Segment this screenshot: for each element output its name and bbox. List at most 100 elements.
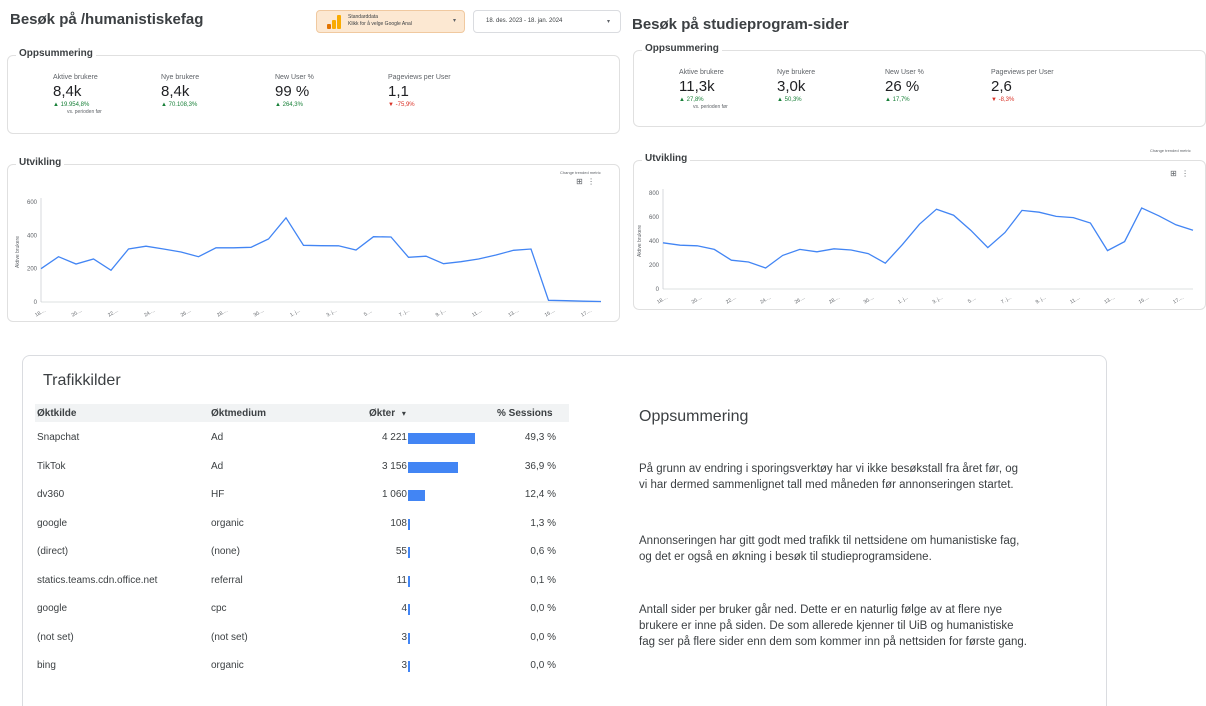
data-point[interactable] — [162, 248, 165, 251]
cell-pct-sessions: 0,6 % — [530, 546, 556, 557]
sessions-bar — [408, 518, 410, 530]
data-point[interactable] — [180, 251, 183, 254]
data-point[interactable] — [1055, 215, 1058, 218]
data-point[interactable] — [1089, 222, 1092, 225]
data-point[interactable] — [1174, 223, 1177, 226]
data-point[interactable] — [372, 235, 375, 238]
data-point[interactable] — [460, 260, 463, 263]
data-point[interactable] — [565, 299, 568, 302]
data-point[interactable] — [355, 249, 358, 252]
data-point[interactable] — [798, 248, 801, 251]
data-point[interactable] — [952, 214, 955, 217]
col-source[interactable]: Øktkilde — [37, 408, 76, 419]
cell-medium: organic — [211, 660, 244, 671]
data-point[interactable] — [250, 246, 253, 249]
data-point[interactable] — [747, 261, 750, 264]
data-point[interactable] — [425, 255, 428, 258]
data-point[interactable] — [302, 244, 305, 247]
data-point[interactable] — [442, 262, 445, 265]
data-point[interactable] — [969, 229, 972, 232]
table-row[interactable]: TikTok Ad 3 156 36,9 % — [35, 453, 569, 481]
data-point[interactable] — [1003, 231, 1006, 234]
data-point[interactable] — [215, 246, 218, 249]
x-tick-label: 17.... — [580, 308, 593, 319]
data-point[interactable] — [267, 238, 270, 241]
data-point[interactable] — [495, 254, 498, 257]
data-point[interactable] — [867, 252, 870, 255]
metric-4: Pageviews per User 2,6 ▼ -8,3% — [991, 69, 1054, 103]
data-point[interactable] — [986, 246, 989, 249]
cell-source: bing — [37, 660, 56, 671]
metric-label: New User % — [885, 69, 924, 76]
sessions-bar — [408, 433, 475, 444]
data-point[interactable] — [1106, 249, 1109, 252]
data-point[interactable] — [530, 248, 533, 251]
data-point[interactable] — [40, 267, 43, 270]
data-point[interactable] — [57, 255, 60, 258]
data-point[interactable] — [232, 246, 235, 249]
data-point[interactable] — [197, 255, 200, 258]
data-point[interactable] — [662, 241, 665, 244]
data-point[interactable] — [75, 263, 78, 266]
data-point[interactable] — [477, 258, 480, 261]
data-point[interactable] — [918, 223, 921, 226]
data-point[interactable] — [1140, 207, 1143, 210]
data-point[interactable] — [92, 258, 95, 261]
col-medium[interactable]: Øktmedium — [211, 408, 266, 419]
cell-sessions: 3 — [401, 660, 407, 671]
data-point[interactable] — [1123, 240, 1126, 243]
table-row[interactable]: dv360 HF 1 060 12,4 % — [35, 481, 569, 509]
data-point[interactable] — [1157, 214, 1160, 217]
sessions-bar — [408, 575, 410, 587]
col-pct-sessions[interactable]: % Sessions — [497, 408, 553, 419]
table-row[interactable]: statics.teams.cdn.office.net referral 11 0,… — [35, 567, 569, 595]
change-metric-link[interactable]: Change trended metric — [1150, 148, 1191, 153]
data-point[interactable] — [1192, 229, 1195, 232]
data-point[interactable] — [781, 254, 784, 257]
metric-compare-note: vs. perioden før — [67, 109, 102, 115]
data-point[interactable] — [679, 244, 682, 247]
data-point[interactable] — [730, 259, 733, 262]
y-tick-label: 800 — [649, 191, 660, 197]
table-row[interactable]: (direct) (none) 55 0,6 % — [35, 538, 569, 566]
data-point[interactable] — [285, 216, 288, 219]
col-sessions[interactable]: Økter ▾ — [369, 408, 406, 419]
data-point[interactable] — [337, 244, 340, 247]
table-row[interactable]: google organic 108 1,3 % — [35, 510, 569, 538]
table-row[interactable]: Snapchat Ad 4 221 49,3 % — [35, 424, 569, 452]
data-point[interactable] — [815, 250, 818, 253]
data-point[interactable] — [832, 247, 835, 250]
data-point[interactable] — [145, 245, 148, 248]
x-tick-label: 20.... — [691, 295, 704, 306]
data-point[interactable] — [547, 299, 550, 302]
data-point[interactable] — [407, 256, 410, 259]
data-point[interactable] — [901, 243, 904, 246]
data-point[interactable] — [110, 269, 113, 272]
table-row[interactable]: (not set) (not set) 3 0,0 % — [35, 624, 569, 652]
data-point[interactable] — [390, 236, 393, 239]
analytics-source-picker[interactable]: Standarddata Klikk for å velge Google An… — [316, 10, 465, 33]
data-point[interactable] — [1021, 209, 1024, 212]
data-point[interactable] — [884, 262, 887, 265]
data-point[interactable] — [582, 300, 585, 303]
data-point[interactable] — [320, 244, 323, 247]
date-range-picker[interactable]: 18. des. 2023 - 18. jan. 2024 ▾ — [473, 10, 621, 33]
data-point[interactable] — [764, 267, 767, 270]
data-point[interactable] — [512, 249, 515, 252]
table-row[interactable]: bing organic 3 0,0 % — [35, 652, 569, 680]
cell-source: statics.teams.cdn.office.net — [37, 574, 158, 586]
data-point[interactable] — [696, 244, 699, 247]
data-point[interactable] — [1072, 216, 1075, 219]
x-tick-label: 13.... — [1103, 295, 1116, 306]
cell-medium: Ad — [211, 460, 224, 472]
table-row[interactable]: google cpc 4 0,0 % — [35, 595, 569, 623]
y-tick-label: 600 — [27, 200, 38, 206]
data-point[interactable] — [127, 248, 130, 251]
data-point[interactable] — [600, 300, 603, 303]
data-point[interactable] — [935, 208, 938, 211]
metric-delta: ▲ 264,3% — [275, 102, 303, 108]
data-point[interactable] — [850, 249, 853, 252]
data-point[interactable] — [713, 248, 716, 251]
data-point[interactable] — [1038, 211, 1041, 214]
x-tick-label: 28.... — [216, 308, 229, 319]
